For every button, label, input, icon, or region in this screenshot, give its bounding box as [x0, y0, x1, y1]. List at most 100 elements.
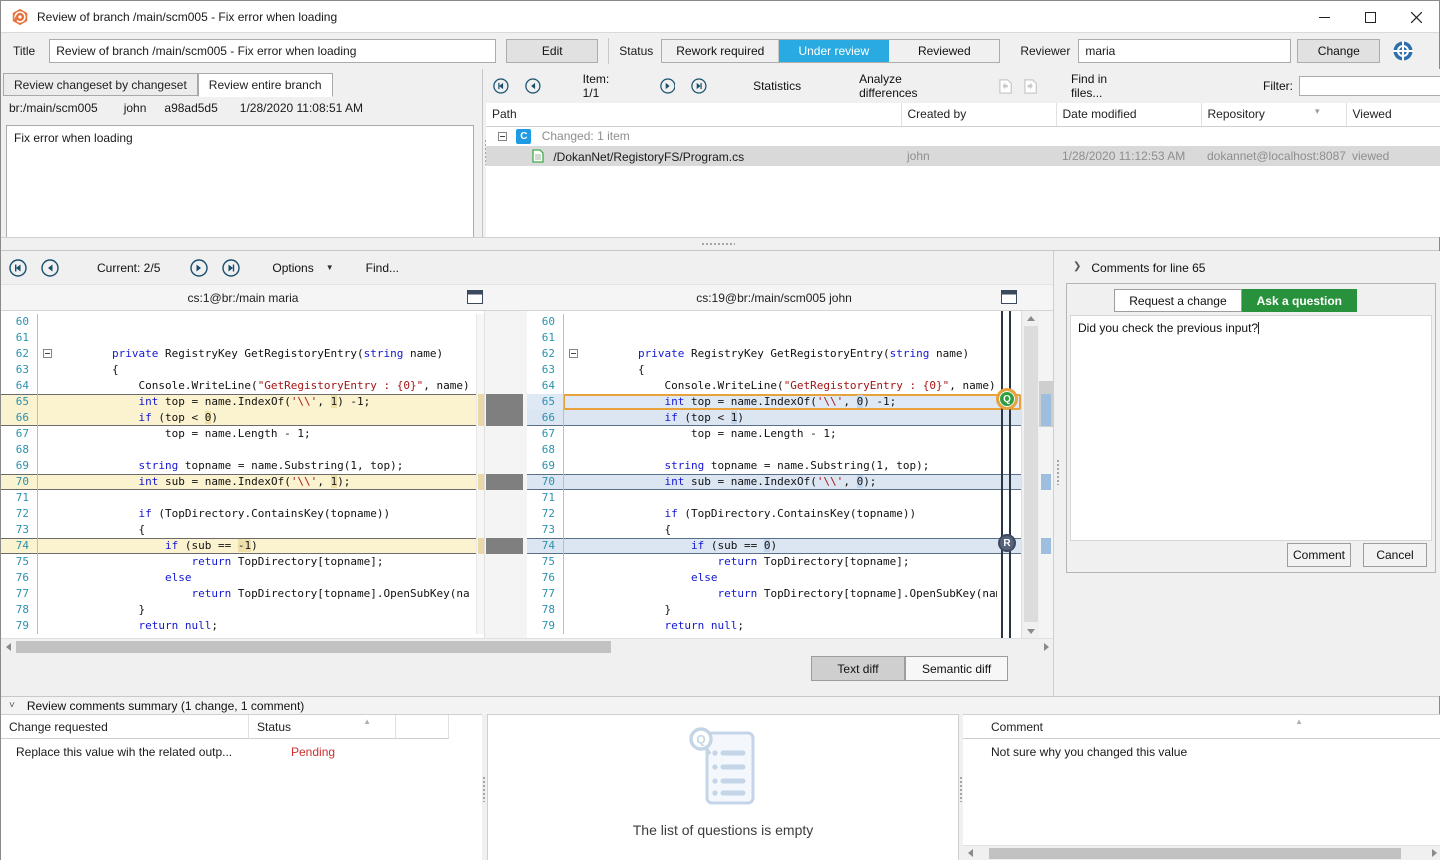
- column-viewed[interactable]: Viewed: [1346, 103, 1440, 126]
- column-date-modified[interactable]: Date modified: [1056, 103, 1201, 126]
- find-in-files-button[interactable]: Find in files...: [1071, 72, 1133, 100]
- code-line-left-70[interactable]: 70 int sub = name.IndexOf('\\', 1);: [1, 474, 484, 490]
- fold-margin[interactable]: [563, 346, 585, 362]
- code-line-left-61[interactable]: 61: [1, 330, 484, 346]
- tab-review-entire-branch[interactable]: Review entire branch: [198, 73, 333, 97]
- code-line-left-69[interactable]: 69 string topname = name.Substring(1, to…: [1, 458, 484, 474]
- code-line-right-64[interactable]: 64 Console.WriteLine("GetRegistoryEntry …: [527, 378, 1021, 394]
- horizontal-scroll-thumb[interactable]: [16, 641, 611, 653]
- changed-group-row[interactable]: C Changed: 1 item: [486, 126, 1440, 146]
- code-line-right-76[interactable]: 76 else: [527, 570, 1021, 586]
- status-rework-required-button[interactable]: Rework required: [662, 40, 779, 62]
- code-line-right-60[interactable]: 60: [527, 314, 1021, 330]
- code-line-left-78[interactable]: 78 }: [1, 602, 484, 618]
- code-line-left-66[interactable]: 66 if (top < 0): [1, 410, 484, 426]
- code-line-right-75[interactable]: 75 return TopDirectory[topname];: [527, 554, 1021, 570]
- code-line-left-64[interactable]: 64 Console.WriteLine("GetRegistoryEntry …: [1, 378, 484, 394]
- fold-collapse-icon[interactable]: [43, 349, 52, 358]
- code-line-right-79[interactable]: 79 return null;: [527, 618, 1021, 634]
- summary-collapse-chevron-icon[interactable]: ˅: [9, 700, 15, 711]
- code-line-right-63[interactable]: 63 {: [527, 362, 1021, 378]
- code-line-left-62[interactable]: 62 private RegistryKey GetRegistoryEntry…: [1, 346, 484, 362]
- code-line-left-74[interactable]: 74 if (sub == -1): [1, 538, 484, 554]
- maximize-left-pane-icon[interactable]: [467, 290, 483, 304]
- code-line-right-68[interactable]: 68: [527, 442, 1021, 458]
- review-title-input[interactable]: [49, 39, 496, 63]
- code-line-right-62[interactable]: 62 private RegistryKey GetRegistoryEntry…: [527, 346, 1021, 362]
- rework-comment-badge[interactable]: R: [998, 534, 1016, 552]
- diff-horizontal-scrollbar[interactable]: [1, 638, 1053, 654]
- maximize-button[interactable]: [1347, 1, 1393, 33]
- last-diff-icon[interactable]: [222, 259, 240, 277]
- code-line-right-74[interactable]: 74 if (sub == 0): [527, 538, 1021, 554]
- text-diff-button[interactable]: Text diff: [811, 656, 905, 681]
- code-line-left-76[interactable]: 76 else: [1, 570, 484, 586]
- code-line-right-67[interactable]: 67 top = name.Length - 1;: [527, 426, 1021, 442]
- globe-icon[interactable]: [1392, 40, 1414, 62]
- previous-item-icon[interactable]: [525, 77, 541, 95]
- file-row[interactable]: /DokanNet/RegistoryFS/Program.cs john 1/…: [486, 146, 1440, 166]
- comments-horizontal-scrollbar[interactable]: [963, 845, 1440, 860]
- column-created-by[interactable]: Created by: [901, 103, 1056, 126]
- code-line-left-67[interactable]: 67 top = name.Length - 1;: [1, 426, 484, 442]
- vertical-scrollbar[interactable]: [1021, 311, 1039, 638]
- horizontal-scroll-thumb[interactable]: [989, 848, 1401, 859]
- code-line-left-71[interactable]: 71: [1, 490, 484, 506]
- code-line-left-73[interactable]: 73 {: [1, 522, 484, 538]
- scroll-left-icon[interactable]: [1, 639, 15, 655]
- scroll-right-icon[interactable]: [1427, 846, 1440, 860]
- column-status[interactable]: Status▲: [249, 715, 396, 739]
- code-line-left-79[interactable]: 79 return null;: [1, 618, 484, 634]
- vertical-splitter-comments[interactable]: [1053, 251, 1061, 696]
- code-line-right-73[interactable]: 73 {: [527, 522, 1021, 538]
- cancel-button[interactable]: Cancel: [1363, 543, 1427, 567]
- reviewer-input[interactable]: [1078, 39, 1291, 63]
- comment-button[interactable]: Comment: [1287, 543, 1351, 567]
- first-item-icon[interactable]: [493, 77, 509, 95]
- code-line-right-69[interactable]: 69 string topname = name.Substring(1, to…: [527, 458, 1021, 474]
- code-line-left-65[interactable]: 65 int top = name.IndexOf('\\', 1) -1;: [1, 394, 484, 410]
- close-button[interactable]: [1393, 1, 1439, 33]
- code-line-right-78[interactable]: 78 }: [527, 602, 1021, 618]
- fold-margin[interactable]: [37, 346, 59, 362]
- analyze-differences-button[interactable]: Analyze differences: [859, 72, 951, 100]
- branch-comment-box[interactable]: Fix error when loading: [6, 125, 474, 239]
- code-line-left-68[interactable]: 68: [1, 442, 484, 458]
- horizontal-splitter[interactable]: [1, 237, 1439, 251]
- code-line-right-66[interactable]: 66 if (top < 1): [527, 410, 1021, 426]
- code-line-right-72[interactable]: 72 if (TopDirectory.ContainsKey(topname)…: [527, 506, 1021, 522]
- next-diff-icon[interactable]: [190, 259, 208, 277]
- question-comment-badge[interactable]: Q: [996, 388, 1018, 410]
- next-difference-icon[interactable]: [1024, 78, 1037, 95]
- find-button[interactable]: Find...: [366, 261, 399, 275]
- change-status-cell[interactable]: Pending: [291, 745, 335, 759]
- summary-header[interactable]: ˅ Review comments summary (1 change, 1 c…: [1, 696, 1439, 714]
- vertical-scroll-thumb[interactable]: [1024, 326, 1038, 622]
- comment-textarea[interactable]: Did you check the previous input?: [1070, 315, 1432, 541]
- tab-review-changeset-by-changeset[interactable]: Review changeset by changeset: [3, 73, 198, 96]
- column-path[interactable]: Path: [486, 103, 901, 126]
- collapse-expander-icon[interactable]: [498, 132, 507, 141]
- last-item-icon[interactable]: [691, 77, 707, 95]
- scroll-up-icon[interactable]: [1022, 311, 1039, 325]
- filter-input[interactable]: [1299, 76, 1440, 96]
- column-comment[interactable]: Comment▲: [963, 715, 1440, 739]
- code-line-left-75[interactable]: 75 return TopDirectory[topname];: [1, 554, 484, 570]
- code-line-right-77[interactable]: 77 return TopDirectory[topname].OpenSubK…: [527, 586, 1021, 602]
- fold-collapse-icon[interactable]: [569, 349, 578, 358]
- status-reviewed-button[interactable]: Reviewed: [889, 40, 999, 62]
- minimize-button[interactable]: [1301, 1, 1347, 33]
- edit-button[interactable]: Edit: [506, 39, 598, 63]
- code-line-right-70[interactable]: 70 int sub = name.IndexOf('\\', 0);: [527, 474, 1021, 490]
- status-under-review-button[interactable]: Under review: [779, 40, 889, 62]
- ask-a-question-button[interactable]: Ask a question: [1242, 289, 1357, 312]
- comment-cell[interactable]: Not sure why you changed this value: [991, 745, 1187, 759]
- scroll-down-icon[interactable]: [1022, 624, 1039, 638]
- collapse-chevron-icon[interactable]: ❯: [1073, 261, 1081, 275]
- maximize-right-pane-icon[interactable]: [1001, 290, 1017, 304]
- code-line-left-63[interactable]: 63 {: [1, 362, 484, 378]
- next-item-icon[interactable]: [660, 77, 676, 95]
- code-line-left-72[interactable]: 72 if (TopDirectory.ContainsKey(topname)…: [1, 506, 484, 522]
- change-reviewer-button[interactable]: Change: [1297, 39, 1380, 63]
- semantic-diff-button[interactable]: Semantic diff: [905, 656, 1008, 681]
